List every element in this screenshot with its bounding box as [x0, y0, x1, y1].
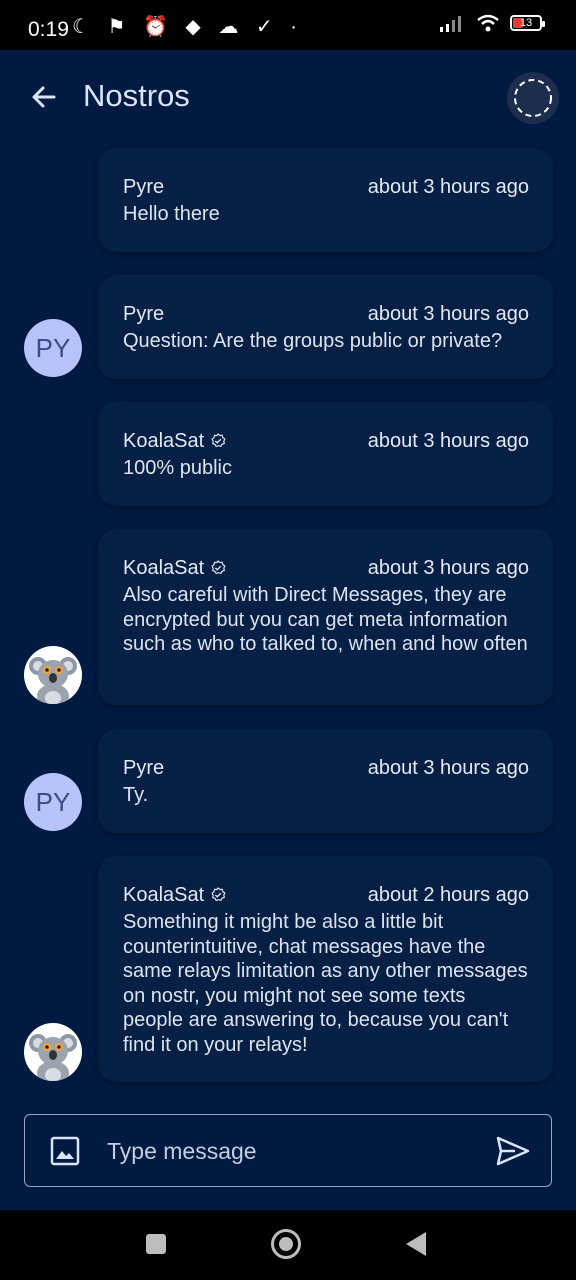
message-author: KoalaSat [123, 884, 226, 907]
message-bubble[interactable]: Pyre about 3 hours ago Hello there [98, 148, 553, 252]
avatar[interactable]: PY [24, 319, 82, 377]
signal-icon [440, 16, 461, 32]
message-time: about 3 hours ago [367, 302, 529, 325]
back-button[interactable] [24, 78, 64, 118]
message-composer [24, 1114, 552, 1187]
message-text: Question: Are the groups public or priva… [123, 330, 503, 352]
battery-icon: 13 [510, 15, 545, 31]
battery-level: 13 [519, 17, 533, 29]
message-text: Ty. [123, 784, 149, 806]
avatar[interactable] [24, 1023, 82, 1081]
image-icon [50, 1136, 80, 1166]
koala-icon [29, 1034, 77, 1081]
send-icon [496, 1136, 530, 1166]
recents-button[interactable] [146, 1234, 166, 1254]
verified-icon [211, 560, 226, 575]
message-input[interactable] [107, 1133, 477, 1169]
message-author: KoalaSat [123, 557, 226, 580]
message-bubble[interactable]: KoalaSat about 3 hours ago Also careful … [98, 529, 553, 705]
status-indicators: ☾ ⚑ ⏰ ◆ ☁ ✓ · [72, 16, 303, 38]
attach-image-button[interactable] [49, 1135, 81, 1167]
wifi-icon [477, 14, 499, 32]
home-button[interactable] [271, 1229, 301, 1259]
message-text: Hello there [123, 203, 220, 225]
message-text: 100% public [123, 457, 232, 479]
status-right: 13 [440, 14, 545, 32]
system-nav-bar [0, 1210, 576, 1280]
message-text: Something it might be also a little bit … [123, 911, 528, 1056]
message-bubble[interactable]: Pyre about 3 hours ago Ty. [98, 729, 553, 833]
send-button[interactable] [495, 1133, 531, 1169]
message-bubble[interactable]: Pyre about 3 hours ago Question: Are the… [98, 275, 553, 379]
message-time: about 3 hours ago [367, 429, 529, 452]
page-title: Nostros [83, 78, 190, 113]
status-time: 0:19 [28, 18, 69, 41]
message-author: KoalaSat [123, 430, 226, 453]
profile-avatar-button[interactable] [507, 72, 559, 124]
message-text: Also careful with Direct Messages, they … [123, 584, 528, 655]
verified-icon [211, 433, 226, 448]
arrow-back-icon [32, 86, 56, 108]
message-time: about 2 hours ago [367, 883, 529, 906]
status-bar: 0:19 ☾ ⚑ ⏰ ◆ ☁ ✓ · 13 [0, 0, 576, 50]
message-time: about 3 hours ago [367, 175, 529, 198]
message-time: about 3 hours ago [367, 756, 529, 779]
koala-icon [29, 657, 77, 704]
avatar[interactable] [24, 646, 82, 704]
message-bubble[interactable]: KoalaSat about 2 hours ago Something it … [98, 856, 553, 1082]
message-time: about 3 hours ago [367, 556, 529, 579]
verified-icon [211, 887, 226, 902]
message-list[interactable]: Pyre about 3 hours ago Hello there PY Py… [0, 146, 576, 1106]
message-author: Pyre [123, 302, 165, 325]
avatar-placeholder-icon [514, 79, 552, 117]
message-bubble[interactable]: KoalaSat about 3 hours ago 100% public [98, 402, 553, 506]
message-author: Pyre [123, 756, 165, 779]
avatar[interactable]: PY [24, 773, 82, 831]
system-back-button[interactable] [406, 1232, 426, 1256]
message-author: Pyre [123, 175, 165, 198]
app-bar: Nostros [0, 50, 576, 146]
